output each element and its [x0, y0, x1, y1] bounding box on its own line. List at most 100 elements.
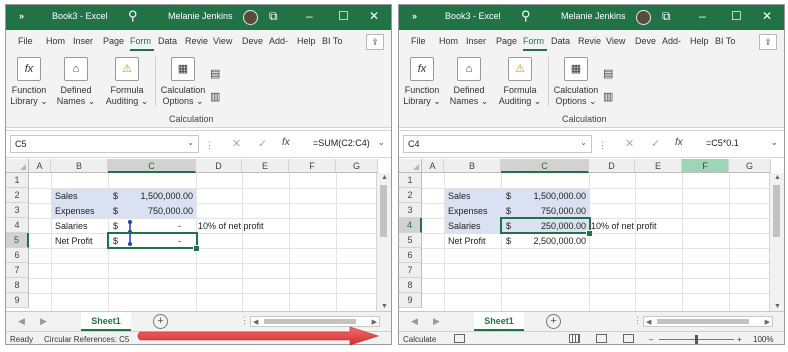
insert-function-icon[interactable]: fx — [282, 137, 290, 148]
formula-input[interactable]: =C5*0.1 — [706, 138, 739, 148]
tab-data[interactable]: Data — [551, 36, 570, 46]
scroll-right-icon[interactable]: ▶ — [765, 318, 770, 326]
calculate-now-icon[interactable]: ▤ — [603, 67, 613, 80]
formula-input[interactable]: =SUM(C2:C4) — [313, 138, 370, 148]
cell-c2[interactable]: 1,500,000.00 — [140, 191, 193, 201]
scroll-left-icon[interactable]: ◀ — [253, 318, 258, 326]
page-break-view-icon[interactable] — [623, 334, 634, 343]
close-icon[interactable]: ✕ — [762, 9, 772, 23]
formula-auditing-button[interactable]: ⚠ Formula Auditing ⌄ — [498, 57, 542, 107]
defined-names-button[interactable]: ⌂ Defined Names ⌄ — [449, 57, 489, 107]
maximize-icon[interactable]: ☐ — [731, 9, 742, 23]
formula-bar-grip[interactable]: ⋮ — [598, 140, 607, 151]
maximize-icon[interactable]: ☐ — [338, 9, 349, 23]
cell-b5[interactable]: Net Profit — [55, 236, 93, 246]
fill-handle[interactable] — [586, 230, 593, 237]
column-header-e[interactable]: E — [635, 159, 682, 173]
tab-developer[interactable]: Deve — [242, 36, 263, 46]
vertical-scrollbar[interactable]: ▲ ▼ — [376, 173, 391, 311]
quick-access-chevron[interactable]: » — [412, 11, 417, 21]
tab-home[interactable]: Hom — [46, 36, 65, 46]
row-header-1[interactable]: 1 — [399, 173, 422, 188]
chevron-down-icon[interactable]: ⌄ — [580, 138, 587, 147]
cell-b2[interactable]: Sales — [448, 191, 471, 201]
calculate-sheet-icon[interactable]: ▥ — [603, 90, 613, 103]
cell-b3[interactable]: Expenses — [55, 206, 95, 216]
fill-handle[interactable] — [193, 245, 200, 252]
row-header-1[interactable]: 1 — [6, 173, 29, 188]
row-header-6[interactable]: 6 — [6, 248, 29, 263]
column-header-f[interactable]: F — [682, 159, 729, 173]
row-header-9[interactable]: 9 — [399, 293, 422, 308]
cell-d4[interactable]: 10% of net profit — [591, 221, 657, 231]
row-header-5[interactable]: 5 — [6, 233, 29, 248]
vertical-scrollbar[interactable]: ▲ ▼ — [769, 173, 784, 311]
scroll-up-icon[interactable]: ▲ — [774, 174, 781, 181]
row-header-7[interactable]: 7 — [399, 263, 422, 278]
tab-split-grip[interactable]: ⋮ — [633, 315, 642, 326]
cell-d4[interactable]: 10% of net profit — [198, 221, 264, 231]
cell-c2[interactable]: 1,500,000.00 — [533, 191, 586, 201]
tab-help[interactable]: Help — [297, 36, 316, 46]
zoom-slider-thumb[interactable] — [695, 335, 698, 344]
tab-bi-tools[interactable]: BI To — [715, 36, 735, 46]
horizontal-scrollbar[interactable]: ◀ ▶ — [643, 316, 773, 327]
share-icon[interactable]: ⇪ — [366, 34, 384, 50]
column-header-c[interactable]: C — [108, 159, 196, 173]
formula-bar-grip[interactable]: ⋮ — [205, 140, 214, 151]
cell-b2[interactable]: Sales — [55, 191, 78, 201]
cancel-icon[interactable]: ✕ — [625, 137, 634, 150]
tab-page-layout[interactable]: Page — [496, 36, 517, 46]
next-sheet-icon[interactable]: ▶ — [40, 316, 47, 327]
tab-page-layout[interactable]: Page — [103, 36, 124, 46]
function-library-button[interactable]: fx Function Library ⌄ — [9, 57, 49, 107]
worksheet-grid[interactable]: A B C D E F G 1 2 3 4 5 6 7 8 9 Sales Ex… — [399, 159, 784, 311]
function-library-button[interactable]: fx Function Library ⌄ — [402, 57, 442, 107]
defined-names-button[interactable]: ⌂ Defined Names ⌄ — [56, 57, 96, 107]
tab-formulas[interactable]: Form — [523, 36, 544, 46]
horizontal-scroll-thumb[interactable] — [657, 319, 749, 324]
calculation-options-button[interactable]: ▦ Calculation Options ⌄ — [159, 57, 207, 107]
tab-bi-tools[interactable]: BI To — [322, 36, 342, 46]
row-header-8[interactable]: 8 — [6, 278, 29, 293]
add-sheet-icon[interactable]: + — [546, 314, 561, 329]
ribbon-display-icon[interactable]: ⧉ — [269, 9, 278, 24]
cell-b5[interactable]: Net Profit — [448, 236, 486, 246]
page-layout-view-icon[interactable] — [596, 334, 607, 343]
tab-view[interactable]: View — [606, 36, 625, 46]
tab-formulas[interactable]: Form — [130, 36, 151, 46]
row-header-8[interactable]: 8 — [399, 278, 422, 293]
calculate-now-icon[interactable]: ▤ — [210, 67, 220, 80]
cell-c3[interactable]: 750,000.00 — [541, 206, 586, 216]
normal-view-icon[interactable] — [569, 334, 580, 343]
sheet-tab-sheet1[interactable]: Sheet1 — [474, 312, 524, 331]
search-icon[interactable]: ⚲ — [521, 8, 531, 24]
tab-split-grip[interactable]: ⋮ — [240, 315, 249, 326]
name-box[interactable]: C4 ⌄ — [403, 135, 592, 153]
row-header-3[interactable]: 3 — [399, 203, 422, 218]
cell-b3[interactable]: Expenses — [448, 206, 488, 216]
search-icon[interactable]: ⚲ — [128, 8, 138, 24]
formula-auditing-button[interactable]: ⚠ Formula Auditing ⌄ — [105, 57, 149, 107]
column-header-c[interactable]: C — [501, 159, 589, 173]
row-header-4[interactable]: 4 — [6, 218, 29, 233]
chevron-down-icon[interactable]: ⌄ — [187, 138, 194, 147]
row-header-5[interactable]: 5 — [399, 233, 422, 248]
tab-help[interactable]: Help — [690, 36, 709, 46]
tab-view[interactable]: View — [213, 36, 232, 46]
tab-home[interactable]: Hom — [439, 36, 458, 46]
sheet-tab-sheet1[interactable]: Sheet1 — [81, 312, 131, 331]
tab-add-ins[interactable]: Add- — [269, 36, 288, 46]
user-name[interactable]: Melanie Jenkins — [168, 11, 233, 21]
quick-access-chevron[interactable]: » — [19, 11, 24, 21]
enter-icon[interactable]: ✓ — [258, 137, 267, 150]
next-sheet-icon[interactable]: ▶ — [433, 316, 440, 327]
close-icon[interactable]: ✕ — [369, 9, 379, 23]
vertical-scroll-thumb[interactable] — [773, 185, 780, 237]
tab-add-ins[interactable]: Add- — [662, 36, 681, 46]
name-box[interactable]: C5 ⌄ — [10, 135, 199, 153]
user-name[interactable]: Melanie Jenkins — [561, 11, 626, 21]
tab-review[interactable]: Revie — [185, 36, 208, 46]
column-header-a[interactable]: A — [422, 159, 444, 173]
tab-data[interactable]: Data — [158, 36, 177, 46]
